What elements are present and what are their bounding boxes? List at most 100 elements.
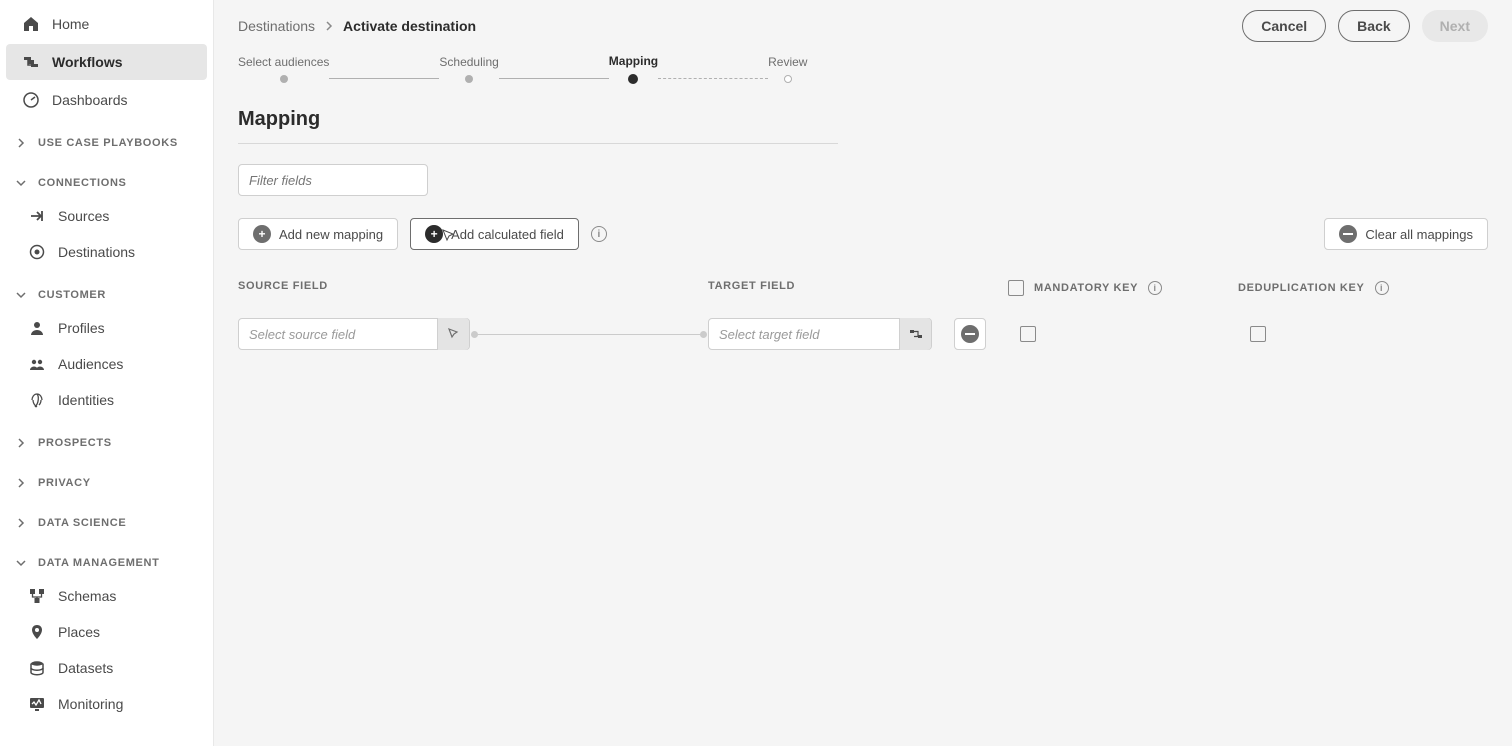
sidebar-section-connections[interactable]: CONNECTIONS [0,168,213,198]
filter-fields-input[interactable] [238,164,428,196]
source-field-select[interactable]: Select source field [238,318,470,350]
sidebar-section-label: PROSPECTS [38,437,112,449]
sidebar-item-dashboards[interactable]: Dashboards [0,82,213,118]
breadcrumb-root[interactable]: Destinations [238,18,315,34]
mandatory-key-checkbox-header[interactable] [1008,280,1024,296]
step-label: Select audiences [238,55,329,69]
placeholder: Select target field [709,327,899,342]
places-icon [28,623,46,641]
chevron-right-icon [16,518,30,528]
chevron-right-icon [325,21,333,31]
sidebar-item-label: Places [58,624,100,640]
minus-circle-icon [1339,225,1357,243]
step-label: Review [768,55,807,69]
placeholder: Select source field [239,327,437,342]
sidebar-section-customer[interactable]: CUSTOMER [0,280,213,310]
info-icon[interactable]: i [1148,281,1162,295]
column-header-target: TARGET FIELD [708,280,1008,296]
monitoring-icon [28,695,46,713]
sidebar-section-label: DATA SCIENCE [38,517,126,529]
cancel-button[interactable]: Cancel [1242,10,1326,42]
sidebar-item-label: Sources [58,208,109,224]
target-field-select[interactable]: Select target field [708,318,932,350]
button-label: Add new mapping [279,227,383,242]
sidebar-item-label: Profiles [58,320,105,336]
datasets-icon [28,659,46,677]
sidebar-section-prospects[interactable]: PROSPECTS [0,428,213,458]
audiences-icon [28,355,46,373]
remove-mapping-button[interactable] [954,318,986,350]
page-title: Mapping [238,108,1488,131]
column-header-mandatory: MANDATORY KEY [1034,282,1138,294]
sidebar-item-home[interactable]: Home [0,6,213,42]
sidebar-item-destinations[interactable]: Destinations [0,234,213,270]
workflows-icon [22,53,40,71]
sidebar-section-label: CONNECTIONS [38,177,127,189]
sidebar-item-sources[interactable]: Sources [0,198,213,234]
chevron-down-icon [16,558,30,568]
chevron-right-icon [16,138,30,148]
home-icon [22,15,40,33]
add-calculated-field-button[interactable]: + Add calculated field [410,218,579,250]
minus-circle-icon [961,325,979,343]
next-button: Next [1422,10,1488,42]
destinations-icon [28,243,46,261]
source-field-picker-icon[interactable] [437,318,469,350]
mapping-row: Select source field Select target field [238,318,1488,350]
mapping-icon [909,327,923,341]
schemas-icon [28,587,46,605]
sidebar: Home Workflows Dashboards USE CASE PLAYB… [0,0,214,746]
sidebar-item-label: Datasets [58,660,113,676]
column-header-source: SOURCE FIELD [238,280,708,296]
divider [238,143,838,144]
sidebar-item-profiles[interactable]: Profiles [0,310,213,346]
breadcrumb-current: Activate destination [343,18,476,34]
sidebar-item-label: Destinations [58,244,135,260]
identities-icon [28,391,46,409]
dashboards-icon [22,91,40,109]
step-dot [280,75,288,83]
plus-circle-icon: + [253,225,271,243]
clear-all-mappings-button[interactable]: Clear all mappings [1324,218,1488,250]
sidebar-item-places[interactable]: Places [0,614,213,650]
sources-icon [28,207,46,225]
button-label: Clear all mappings [1365,227,1473,242]
step-label: Scheduling [439,55,498,69]
sidebar-item-label: Identities [58,392,114,408]
sidebar-item-label: Home [52,16,89,32]
deduplication-key-checkbox[interactable] [1250,326,1266,342]
sidebar-section-label: USE CASE PLAYBOOKS [38,137,178,149]
profiles-icon [28,319,46,337]
sidebar-item-audiences[interactable]: Audiences [0,346,213,382]
sidebar-item-label: Schemas [58,588,116,604]
chevron-down-icon [16,178,30,188]
sidebar-item-identities[interactable]: Identities [0,382,213,418]
step-dot [784,75,792,83]
stepper: Select audiences Scheduling Mapping Revi… [214,46,1512,102]
chevron-right-icon [16,478,30,488]
target-field-picker-icon[interactable] [899,318,931,350]
chevron-down-icon [16,290,30,300]
back-button[interactable]: Back [1338,10,1409,42]
add-new-mapping-button[interactable]: + Add new mapping [238,218,398,250]
info-icon[interactable]: i [591,226,607,242]
arrow-cursor-icon [447,327,461,341]
sidebar-item-datasets[interactable]: Datasets [0,650,213,686]
mandatory-key-checkbox[interactable] [1020,326,1036,342]
step-dot [465,75,473,83]
info-icon[interactable]: i [1375,281,1389,295]
cursor-icon [441,228,457,244]
sidebar-section-datascience[interactable]: DATA SCIENCE [0,508,213,538]
sidebar-section-playbooks[interactable]: USE CASE PLAYBOOKS [0,128,213,158]
sidebar-item-label: Monitoring [58,696,123,712]
sidebar-item-workflows[interactable]: Workflows [6,44,207,80]
sidebar-section-datamgmt[interactable]: DATA MANAGEMENT [0,548,213,578]
button-label: Add calculated field [451,227,564,242]
sidebar-item-monitoring[interactable]: Monitoring [0,686,213,722]
breadcrumb: Destinations Activate destination [238,18,476,34]
sidebar-item-schemas[interactable]: Schemas [0,578,213,614]
sidebar-item-label: Dashboards [52,92,128,108]
sidebar-section-privacy[interactable]: PRIVACY [0,468,213,498]
sidebar-section-label: CUSTOMER [38,289,106,301]
sidebar-item-label: Audiences [58,356,123,372]
